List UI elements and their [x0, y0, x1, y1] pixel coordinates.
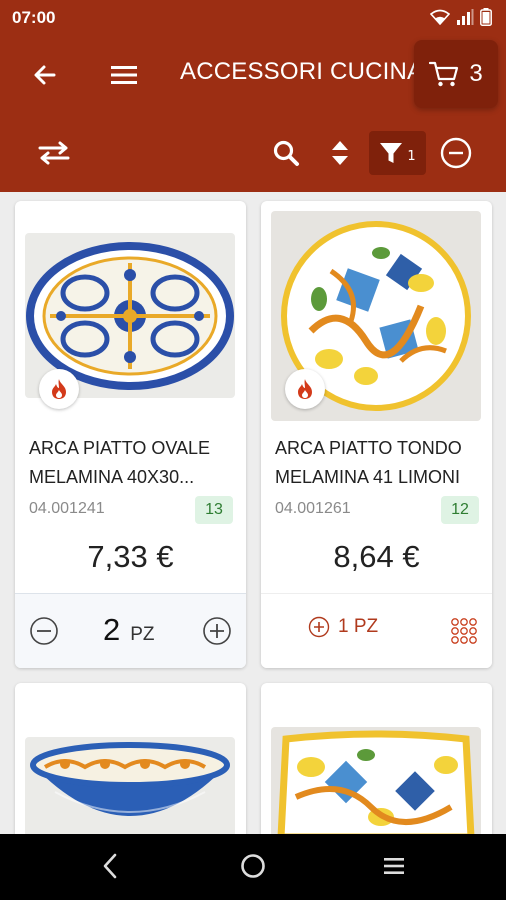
- swap-button[interactable]: [36, 136, 72, 170]
- add-to-cart-label: 1 PZ: [338, 616, 379, 637]
- flame-badge: [39, 369, 79, 409]
- nav-menu-button[interactable]: [376, 848, 412, 884]
- minus-circle-icon: [30, 617, 58, 645]
- stock-badge: 13: [195, 496, 233, 524]
- increment-button[interactable]: [200, 614, 234, 648]
- cart-button[interactable]: 3: [414, 40, 498, 108]
- status-bar: 07:00: [0, 0, 506, 34]
- cart-icon: [429, 61, 459, 87]
- product-price: 7,33 €: [87, 539, 174, 574]
- product-code: 04.001261: [275, 500, 351, 517]
- status-icons: [430, 8, 492, 26]
- quantity-display[interactable]: 2 PZ: [103, 612, 155, 648]
- filter-count: 1: [407, 148, 416, 164]
- nav-back-button[interactable]: [92, 848, 128, 884]
- add-to-cart-bar: 1 PZ: [261, 593, 492, 668]
- search-icon: [273, 140, 299, 166]
- plus-circle-icon: [203, 617, 231, 645]
- sort-icon: [332, 141, 348, 165]
- cart-count: 3: [469, 60, 483, 87]
- back-button[interactable]: [28, 58, 62, 92]
- plus-circle-icon: [308, 616, 330, 638]
- page-title: ACCESSORI CUCINA: [180, 58, 424, 85]
- square-plate-illustration: [277, 730, 475, 841]
- product-image[interactable]: [271, 727, 481, 841]
- status-time: 07:00: [12, 8, 56, 27]
- menu-icon: [111, 66, 137, 84]
- battery-icon: [480, 8, 492, 26]
- sort-button[interactable]: [324, 136, 356, 170]
- app-bar: 07:00 ACCESSORI CUCINA 3 1: [0, 0, 506, 192]
- product-card[interactable]: ARCA PIATTO OVALE MELAMINA 40X30... 04.0…: [15, 201, 246, 668]
- quantity-value: 2: [103, 612, 121, 647]
- bowl-illustration: [30, 742, 230, 816]
- back-icon: [34, 65, 56, 85]
- flame-badge: [285, 369, 325, 409]
- nav-home-button[interactable]: [235, 848, 271, 884]
- product-name: ARCA PIATTO OVALE MELAMINA 40X30...: [29, 438, 211, 487]
- grid-icon: [451, 618, 477, 644]
- filter-button[interactable]: 1: [369, 131, 426, 175]
- quantity-grid-button[interactable]: [447, 614, 481, 648]
- stock-badge: 12: [441, 496, 479, 524]
- product-image[interactable]: [25, 737, 235, 837]
- menu-button[interactable]: [107, 58, 141, 92]
- nav-home-icon: [241, 854, 265, 878]
- product-code: 04.001241: [29, 500, 105, 517]
- decrement-button[interactable]: [27, 614, 61, 648]
- product-card[interactable]: ARCA PIATTO TONDO MELAMINA 41 LIMONI 04.…: [261, 201, 492, 668]
- remove-circle-icon: [440, 137, 472, 169]
- flame-icon: [52, 379, 66, 399]
- product-price: 8,64 €: [333, 539, 420, 574]
- add-to-cart-button[interactable]: 1 PZ: [308, 616, 378, 638]
- quantity-stepper: 2 PZ: [15, 593, 246, 668]
- quantity-unit: PZ: [130, 624, 155, 645]
- swap-icon: [38, 141, 70, 165]
- search-button[interactable]: [268, 136, 304, 170]
- wifi-icon: [430, 9, 450, 25]
- signal-icon: [457, 9, 474, 25]
- system-nav-bar: [0, 834, 506, 900]
- flame-icon: [298, 379, 312, 399]
- nav-menu-icon: [384, 858, 404, 874]
- nav-back-icon: [103, 853, 117, 879]
- clear-filter-button[interactable]: [438, 135, 474, 171]
- filter-icon: [380, 143, 403, 163]
- product-name: ARCA PIATTO TONDO MELAMINA 41 LIMONI: [275, 438, 462, 487]
